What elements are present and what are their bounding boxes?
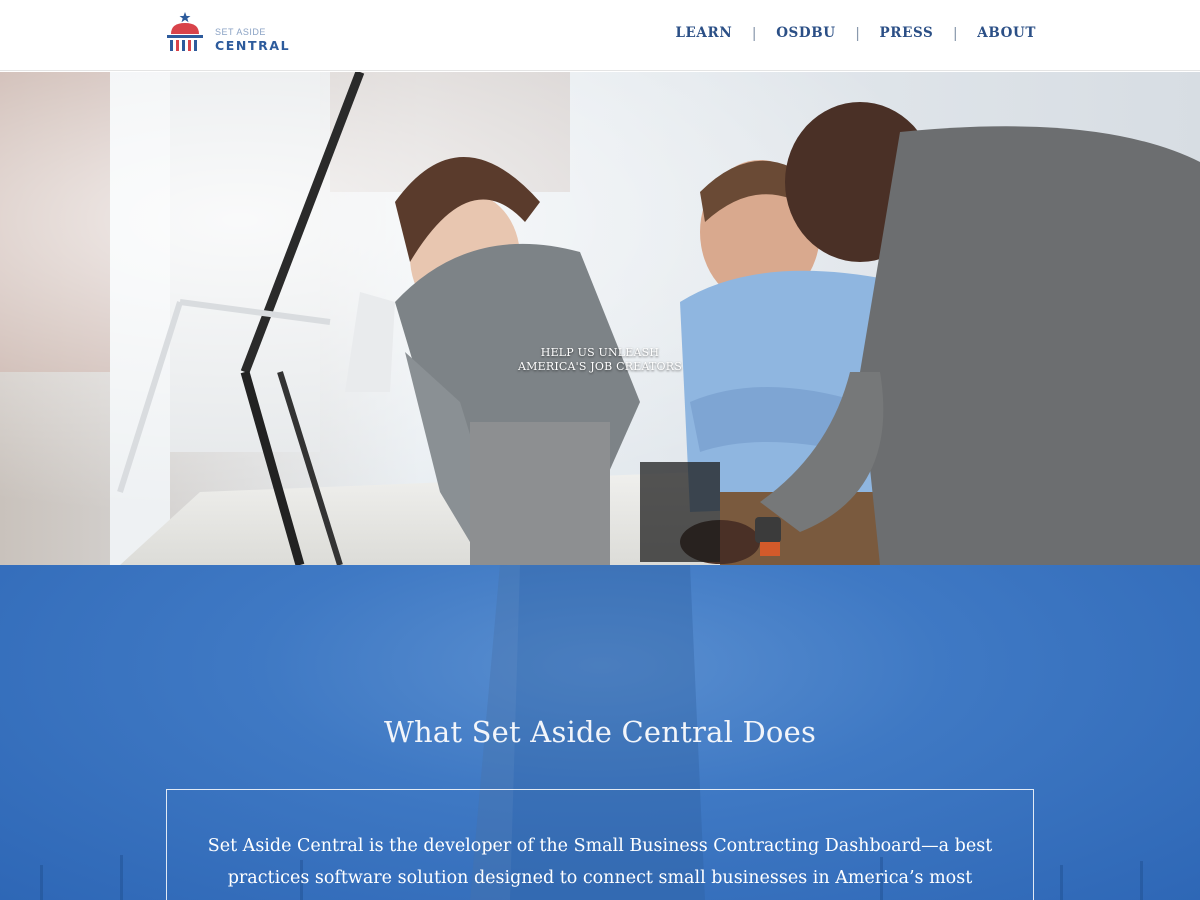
nav-separator: | <box>953 24 958 42</box>
main-nav: LEARN | OSDBU | PRESS | ABOUT <box>675 23 1036 43</box>
section-title: What Set Aside Central Does <box>383 715 817 749</box>
about-section: What Set Aside Central Does Set Aside Ce… <box>0 565 1200 900</box>
logo-small-text: SET ASIDE <box>215 27 266 37</box>
logo-big-text: CENTRAL <box>215 38 291 53</box>
nav-osdbu[interactable]: OSDBU <box>776 25 835 41</box>
description-text: Set Aside Central is the developer of th… <box>207 836 993 888</box>
hero-tagline: HELP US UNLEASH AMERICA'S JOB CREATORS <box>0 346 1200 374</box>
description-box: Set Aside Central is the developer of th… <box>166 789 1034 900</box>
hero-photo <box>0 72 1200 565</box>
nav-learn[interactable]: LEARN <box>675 25 732 41</box>
nav-about[interactable]: ABOUT <box>977 25 1036 41</box>
capitol-dome-logo-icon <box>167 12 203 51</box>
site-logo[interactable]: SET ASIDE CENTRAL <box>166 12 296 56</box>
site-header: SET ASIDE CENTRAL LEARN | OSDBU | PRESS … <box>0 0 1200 71</box>
hero-banner: HELP US UNLEASH AMERICA'S JOB CREATORS <box>0 72 1200 565</box>
nav-press[interactable]: PRESS <box>880 25 934 41</box>
nav-separator: | <box>752 24 757 42</box>
hero-tagline-line2: AMERICA'S JOB CREATORS <box>518 360 682 373</box>
nav-separator: | <box>855 24 860 42</box>
hero-tagline-line1: HELP US UNLEASH <box>540 346 660 359</box>
